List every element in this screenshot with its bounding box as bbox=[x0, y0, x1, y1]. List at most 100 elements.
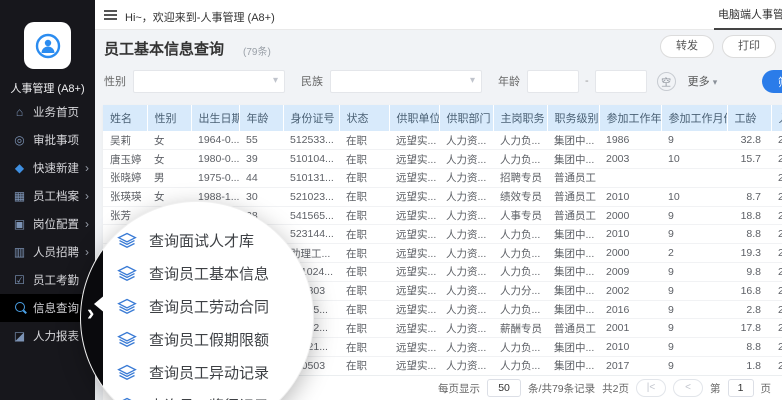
table-cell: 人力资... bbox=[439, 300, 493, 319]
table-cell: 男 bbox=[147, 169, 191, 188]
table-cell: 1980-0... bbox=[191, 150, 239, 169]
table-cell: 远望实... bbox=[389, 281, 439, 300]
table-cell: 2.8 bbox=[727, 300, 771, 319]
user-logo-icon bbox=[33, 31, 63, 61]
column-header: 参加工作年度 bbox=[599, 105, 661, 131]
app-logo bbox=[24, 22, 71, 69]
table-cell: 18.8 bbox=[727, 206, 771, 225]
table-cell: 人力资... bbox=[439, 263, 493, 282]
table-row[interactable]: 唐玉婷女1980-0...39510104...在职远望实...人力资...人力… bbox=[103, 150, 782, 169]
popup-item-label: 查询面试人才库 bbox=[149, 230, 254, 251]
table-cell: 2 bbox=[771, 131, 782, 150]
first-page-button[interactable]: |< bbox=[636, 379, 666, 397]
table-cell: 512533... bbox=[283, 131, 339, 150]
chevron-down-icon: ▾ bbox=[273, 75, 278, 86]
layers-icon bbox=[117, 396, 137, 400]
table-cell: 人力负... bbox=[493, 263, 547, 282]
table-cell: 在职 bbox=[339, 225, 389, 244]
more-filters-button[interactable]: 更多 ▾ bbox=[688, 73, 718, 89]
table-cell: 招聘专员 bbox=[493, 169, 547, 188]
layers-icon bbox=[117, 264, 137, 284]
layers-icon bbox=[117, 363, 137, 383]
sidebar-item-approval-items[interactable]: ◎审批事项 bbox=[0, 126, 95, 154]
popup-menu-item[interactable]: 查询员工异动记录 bbox=[117, 356, 269, 389]
hamburger-menu-icon[interactable] bbox=[104, 10, 117, 22]
table-cell: 2000 bbox=[599, 206, 661, 225]
page-title: 员工基本信息查询 bbox=[104, 38, 224, 59]
sidebar-item-home[interactable]: ⌂业务首页 bbox=[0, 98, 95, 126]
per-page-input[interactable] bbox=[487, 379, 521, 397]
table-cell: 2002 bbox=[599, 281, 661, 300]
table-cell: 15.7 bbox=[727, 150, 771, 169]
table-cell: 在职 bbox=[339, 131, 389, 150]
popup-menu-item[interactable]: 查询员工基本信息 bbox=[117, 257, 269, 290]
page-prefix-label: 第 bbox=[710, 381, 721, 396]
table-cell: 远望实... bbox=[389, 206, 439, 225]
table-cell: 人力负... bbox=[493, 225, 547, 244]
gender-select[interactable]: ▾ bbox=[133, 70, 285, 93]
title-actions: 转发 打印 bbox=[660, 35, 776, 58]
table-cell: 远望实... bbox=[389, 300, 439, 319]
approval-items-icon: ◎ bbox=[12, 133, 27, 147]
popup-menu-item[interactable]: 查询员工奖惩记录 bbox=[117, 389, 269, 400]
table-cell: 人力资... bbox=[439, 206, 493, 225]
table-cell: 集团中... bbox=[547, 357, 599, 375]
column-header: 入 bbox=[771, 105, 782, 131]
table-cell: 16.8 bbox=[727, 281, 771, 300]
print-button[interactable]: 打印 bbox=[722, 35, 776, 58]
quick-create-icon: ◆ bbox=[12, 161, 27, 175]
total-pages-label: 共2页 bbox=[602, 381, 629, 396]
column-header: 职务级别 bbox=[547, 105, 599, 131]
table-cell: 1975-0... bbox=[191, 169, 239, 188]
greeting-text: Hi~，欢迎来到-人事管理 (A8+) bbox=[125, 9, 275, 25]
chevron-right-icon: › bbox=[85, 189, 89, 203]
popup-menu-item[interactable]: 查询员工劳动合同 bbox=[117, 290, 269, 323]
table-cell: 人力资... bbox=[439, 150, 493, 169]
app-window: 人事管理 (A8+) ⌂业务首页◎审批事项◆快速新建›▦员工档案›▣岗位配置›▥… bbox=[0, 0, 782, 400]
age-label: 年龄 bbox=[498, 73, 520, 89]
table-cell: 在职 bbox=[339, 319, 389, 338]
table-row[interactable]: 吴莉女1964-0...55512533...在职远望实...人力资...人力负… bbox=[103, 131, 782, 150]
table-cell: 人力负... bbox=[493, 131, 547, 150]
forward-button[interactable]: 转发 bbox=[660, 35, 714, 58]
table-cell: 8.8 bbox=[727, 225, 771, 244]
table-cell: 2009 bbox=[599, 263, 661, 282]
column-header: 身份证号 bbox=[283, 105, 339, 131]
age-max-input[interactable] bbox=[595, 70, 647, 93]
table-cell: 远望实... bbox=[389, 338, 439, 357]
table-cell: 人力资... bbox=[439, 225, 493, 244]
filter-bar: 性别 ▾ 民族 ▾ 年龄 - 空 更多 ▾ 筛选 bbox=[95, 62, 782, 100]
table-cell: 9 bbox=[661, 281, 727, 300]
table-row[interactable]: 张晓婷男1975-0...44510131...在职远望实...人力资...招聘… bbox=[103, 169, 782, 188]
table-cell: 2 bbox=[771, 281, 782, 300]
prev-page-button[interactable]: < bbox=[673, 379, 703, 397]
table-cell bbox=[661, 169, 727, 188]
table-cell: 普通员工 bbox=[547, 206, 599, 225]
table-cell: 1.8 bbox=[727, 357, 771, 375]
empty-filter-toggle[interactable]: 空 bbox=[657, 72, 676, 91]
table-cell: 在职 bbox=[339, 244, 389, 263]
table-cell: 女 bbox=[147, 131, 191, 150]
chevron-right-icon: › bbox=[87, 216, 94, 242]
age-min-input[interactable] bbox=[527, 70, 579, 93]
popup-menu-item[interactable]: 查询面试人才库 bbox=[117, 224, 269, 257]
table-cell: 2 bbox=[771, 319, 782, 338]
table-cell: 集团中... bbox=[547, 263, 599, 282]
gender-label: 性别 bbox=[104, 73, 126, 89]
filter-submit-button[interactable]: 筛选 bbox=[762, 70, 782, 93]
sidebar-item-quick-create[interactable]: ◆快速新建› bbox=[0, 154, 95, 182]
record-count: (79条) bbox=[243, 43, 271, 58]
table-cell: 人力资... bbox=[439, 187, 493, 206]
sidebar-item-label: 员工档案 bbox=[33, 188, 79, 204]
table-cell: 2016 bbox=[599, 300, 661, 319]
table-cell: 人力资... bbox=[439, 281, 493, 300]
sidebar-item-label: 人力报表 bbox=[33, 328, 79, 344]
popup-menu-item[interactable]: 查询员工假期限额 bbox=[117, 323, 269, 356]
tab-pc-hr[interactable]: 电脑端人事管 bbox=[714, 0, 782, 30]
table-cell: 人力分... bbox=[493, 281, 547, 300]
table-cell: 2 bbox=[771, 187, 782, 206]
ethnicity-select[interactable]: ▾ bbox=[330, 70, 482, 93]
table-cell: 9 bbox=[661, 263, 727, 282]
table-cell: 2017 bbox=[599, 357, 661, 375]
current-page-input[interactable] bbox=[728, 379, 754, 397]
